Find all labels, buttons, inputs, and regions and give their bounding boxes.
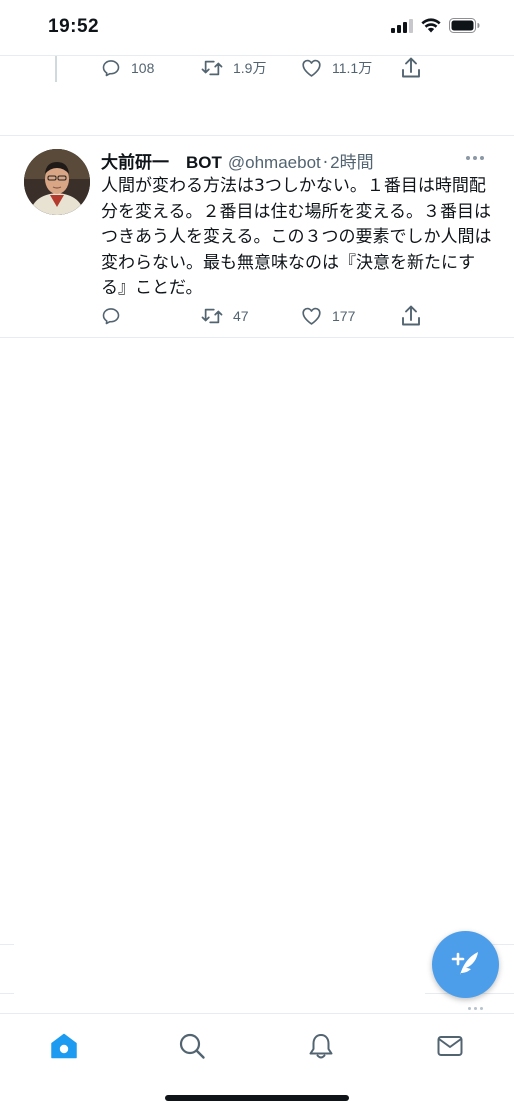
bell-icon [307, 1032, 335, 1064]
tab-messages[interactable] [430, 1028, 470, 1068]
reply-button[interactable] [101, 306, 201, 326]
tab-search[interactable] [172, 1028, 212, 1068]
retweet-button[interactable]: 1.9万 [201, 58, 301, 78]
battery-icon [449, 18, 480, 37]
more-icon [468, 1007, 483, 1010]
more-icon[interactable] [466, 150, 488, 166]
reply-icon [101, 58, 121, 78]
reply-icon [101, 306, 121, 326]
retweet-icon [201, 58, 223, 78]
retweet-count: 47 [233, 308, 249, 324]
home-indicator [165, 1095, 349, 1101]
user-handle[interactable]: @ohmaebot [228, 153, 321, 173]
tab-home[interactable] [44, 1028, 84, 1068]
avatar[interactable] [24, 149, 90, 215]
tab-notifications[interactable] [301, 1028, 341, 1068]
status-icons [391, 18, 480, 37]
share-button[interactable] [401, 57, 421, 79]
tweet-text: 人間が変わる方法は3つしかない。１番目は時間配分を変える。２番目は住む場所を変え… [101, 176, 492, 298]
tweet-actions: 47 177 [101, 304, 421, 328]
thread-connector-line [55, 56, 57, 82]
separator-dot: · [322, 153, 329, 173]
display-name[interactable]: 大前研一 BOT [101, 148, 222, 173]
like-icon [301, 306, 322, 326]
background-divider [0, 993, 14, 994]
like-icon [301, 58, 322, 78]
status-time: 19:52 [48, 16, 100, 37]
like-count: 177 [332, 308, 356, 324]
retweet-button[interactable]: 47 [201, 306, 301, 326]
share-icon [401, 305, 421, 327]
background-divider [0, 944, 14, 945]
mail-icon [436, 1032, 464, 1064]
previous-tweet-actions: 108 1.9万 11.1万 [101, 57, 421, 79]
share-icon [401, 57, 421, 79]
reply-button[interactable]: 108 [101, 58, 201, 78]
retweet-icon [201, 306, 223, 326]
tweet-timestamp[interactable]: 2時間 [330, 148, 373, 173]
like-button[interactable]: 177 [301, 306, 401, 326]
compose-tweet-icon [449, 946, 483, 984]
like-button[interactable]: 11.1万 [301, 58, 401, 78]
share-button[interactable] [401, 305, 421, 327]
reply-count: 108 [131, 60, 155, 76]
tweet-divider [0, 337, 514, 338]
like-count: 11.1万 [332, 60, 373, 76]
retweet-count: 1.9万 [233, 60, 267, 76]
status-bar: 19:52 [0, 0, 514, 56]
compose-tweet-button[interactable] [432, 931, 499, 998]
home-icon [50, 1032, 78, 1064]
wifi-icon [421, 18, 441, 37]
search-icon [178, 1032, 206, 1064]
tweet-header: 大前研一 BOT @ohmaebot · 2時間 [101, 148, 374, 173]
cellular-signal-icon [391, 18, 413, 37]
